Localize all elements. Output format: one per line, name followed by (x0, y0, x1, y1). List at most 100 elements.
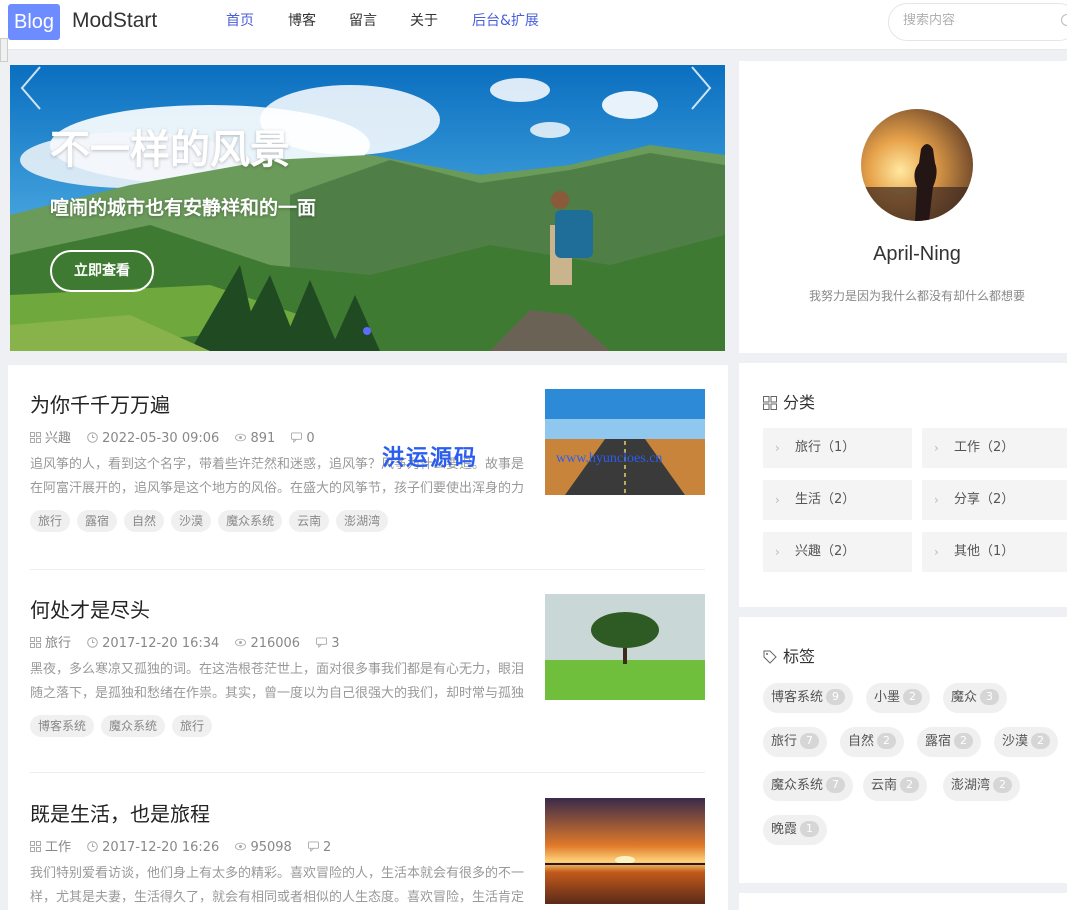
article-tag[interactable]: 云南 (289, 510, 330, 532)
article-category[interactable]: 工作 (45, 840, 71, 855)
tag-chip[interactable]: 澎湖湾 2 (943, 771, 1021, 801)
logo-badge[interactable]: Blog (8, 4, 61, 40)
article-comments: 0 (306, 431, 315, 446)
article-item[interactable]: 既是生活，也是旅程 工作 2017-12-20 16:26 95098 2 我们… (30, 798, 705, 910)
article-views: 216006 (250, 636, 301, 651)
article-thumbnail[interactable] (545, 798, 705, 904)
nav-admin[interactable]: 后台&扩展 (472, 0, 539, 50)
grid-icon (763, 396, 777, 410)
chevron-left-icon[interactable] (20, 65, 42, 111)
article-category[interactable]: 兴趣 (45, 431, 71, 446)
search-input[interactable] (903, 13, 1053, 28)
watermark-url: www.hyuncloes.cn (556, 451, 663, 466)
chevron-right-icon: › (775, 545, 780, 559)
tag-chip[interactable]: 晚霞 1 (763, 815, 828, 845)
tag-count: 2 (954, 733, 974, 749)
chevron-right-icon: › (934, 493, 939, 507)
category-heading: 分类 (763, 389, 815, 413)
category-icon (30, 432, 41, 443)
tag-count: 2 (903, 689, 923, 705)
nav-home[interactable]: 首页 (226, 0, 254, 50)
eye-icon (235, 638, 247, 647)
tag-chip[interactable]: 魔众 3 (943, 683, 1008, 713)
hero-banner[interactable]: 不一样的风景 喧闹的城市也有安静祥和的一面 立即查看 (10, 65, 725, 351)
article-thumbnail[interactable] (545, 389, 705, 495)
category-label: 兴趣（2） (795, 544, 856, 559)
tag-chip[interactable]: 旅行 7 (763, 727, 828, 757)
clock-icon (87, 637, 98, 648)
profile-name[interactable]: April-Ning (739, 243, 1067, 266)
chevron-right-icon: › (775, 441, 780, 455)
category-item[interactable]: › 兴趣（2） (763, 532, 912, 572)
article-item[interactable]: 何处才是尽头 旅行 2017-12-20 16:34 216006 3 黑夜，多… (30, 594, 705, 737)
logo-text[interactable]: ModStart (72, 9, 157, 33)
carousel-dot[interactable] (363, 327, 371, 335)
category-icon (30, 637, 41, 648)
tag-card: 标签 博客系统 9 小墨 2 魔众 3 旅行 7 自然 2 露宿 2 沙漠 2 魔众系统 7 云… (739, 617, 1067, 883)
article-date: 2017-12-20 16:34 (102, 636, 220, 651)
chevron-right-icon: › (775, 493, 780, 507)
article-meta: 工作 2017-12-20 16:26 95098 2 (30, 836, 343, 855)
article-views: 95098 (250, 840, 292, 855)
article-tag[interactable]: 沙漠 (171, 510, 212, 532)
article-title[interactable]: 为你千千万万遍 (30, 389, 170, 418)
article-excerpt: 黑夜，多么寒凉又孤独的词。在这浩根苍茫世上，面对很多事我们都是有心无力，眼泪随之… (30, 662, 525, 701)
tag-chip[interactable]: 云南 2 (863, 771, 928, 801)
search-box (888, 3, 1067, 41)
search-icon[interactable] (1061, 14, 1067, 26)
category-heading-label: 分类 (783, 393, 816, 412)
category-item[interactable]: › 其他（1） (922, 532, 1067, 572)
avatar[interactable] (861, 109, 973, 221)
divider (30, 772, 705, 773)
nav-message[interactable]: 留言 (349, 0, 377, 50)
profile-bio: 我努力是因为我什么都没有却什么都想要 (808, 289, 1025, 303)
article-tag[interactable]: 露宿 (77, 510, 118, 532)
article-tag[interactable]: 魔众系统 (101, 715, 166, 737)
tag-count: 2 (1031, 733, 1051, 749)
tag-count: 2 (900, 777, 920, 793)
category-item[interactable]: › 分享（2） (922, 480, 1067, 520)
banner-subtitle: 喧闹的城市也有安静祥和的一面 (50, 197, 317, 219)
next-card (739, 893, 1067, 910)
tag-count: 7 (800, 733, 820, 749)
article-comments: 3 (331, 636, 340, 651)
divider (30, 569, 705, 570)
side-tab[interactable] (0, 38, 8, 62)
tag-chip[interactable]: 沙漠 2 (994, 727, 1059, 757)
article-meta: 兴趣 2022-05-30 09:06 891 0 (30, 427, 327, 446)
banner-view-button[interactable]: 立即查看 (50, 250, 154, 292)
article-excerpt: 我们特别爱看访谈，他们身上有太多的精彩。喜欢冒险的人，生活本就会有很多的不一样，… (30, 866, 525, 905)
article-list: 为你千千万万遍 兴趣 2022-05-30 09:06 891 0 追风筝的人，… (8, 365, 728, 910)
article-title[interactable]: 何处才是尽头 (30, 594, 150, 623)
tag-heading: 标签 (763, 643, 815, 667)
tag-chip[interactable]: 自然 2 (840, 727, 905, 757)
category-label: 生活（2） (795, 492, 856, 507)
article-tag[interactable]: 澎湖湾 (336, 510, 389, 532)
category-item[interactable]: › 工作（2） (922, 428, 1067, 468)
article-tag[interactable]: 魔众系统 (218, 510, 283, 532)
chevron-right-icon[interactable] (690, 65, 712, 111)
category-icon (30, 841, 41, 852)
tag-chip[interactable]: 博客系统 9 (763, 683, 854, 713)
tag-chip[interactable]: 露宿 2 (917, 727, 982, 757)
eye-icon (235, 842, 247, 851)
article-tag[interactable]: 旅行 (172, 715, 213, 737)
article-tag[interactable]: 博客系统 (30, 715, 95, 737)
article-tag[interactable]: 旅行 (30, 510, 71, 532)
article-title[interactable]: 既是生活，也是旅程 (30, 798, 210, 827)
category-label: 工作（2） (954, 440, 1015, 455)
nav-about[interactable]: 关于 (410, 0, 438, 50)
clock-icon (87, 432, 98, 443)
tag-chip[interactable]: 小墨 2 (866, 683, 931, 713)
category-card: 分类 › 旅行（1） › 工作（2） › 生活（2） › 分享（2） › 兴趣（2） › 其… (739, 363, 1067, 607)
category-item[interactable]: › 旅行（1） (763, 428, 912, 468)
article-category[interactable]: 旅行 (45, 636, 71, 651)
clock-icon (87, 841, 98, 852)
nav-blog[interactable]: 博客 (288, 0, 316, 50)
article-thumbnail[interactable] (545, 594, 705, 700)
chevron-right-icon: › (934, 441, 939, 455)
category-item[interactable]: › 生活（2） (763, 480, 912, 520)
tag-chip[interactable]: 魔众系统 7 (763, 771, 854, 801)
category-label: 其他（1） (954, 544, 1015, 559)
article-tag[interactable]: 自然 (124, 510, 165, 532)
